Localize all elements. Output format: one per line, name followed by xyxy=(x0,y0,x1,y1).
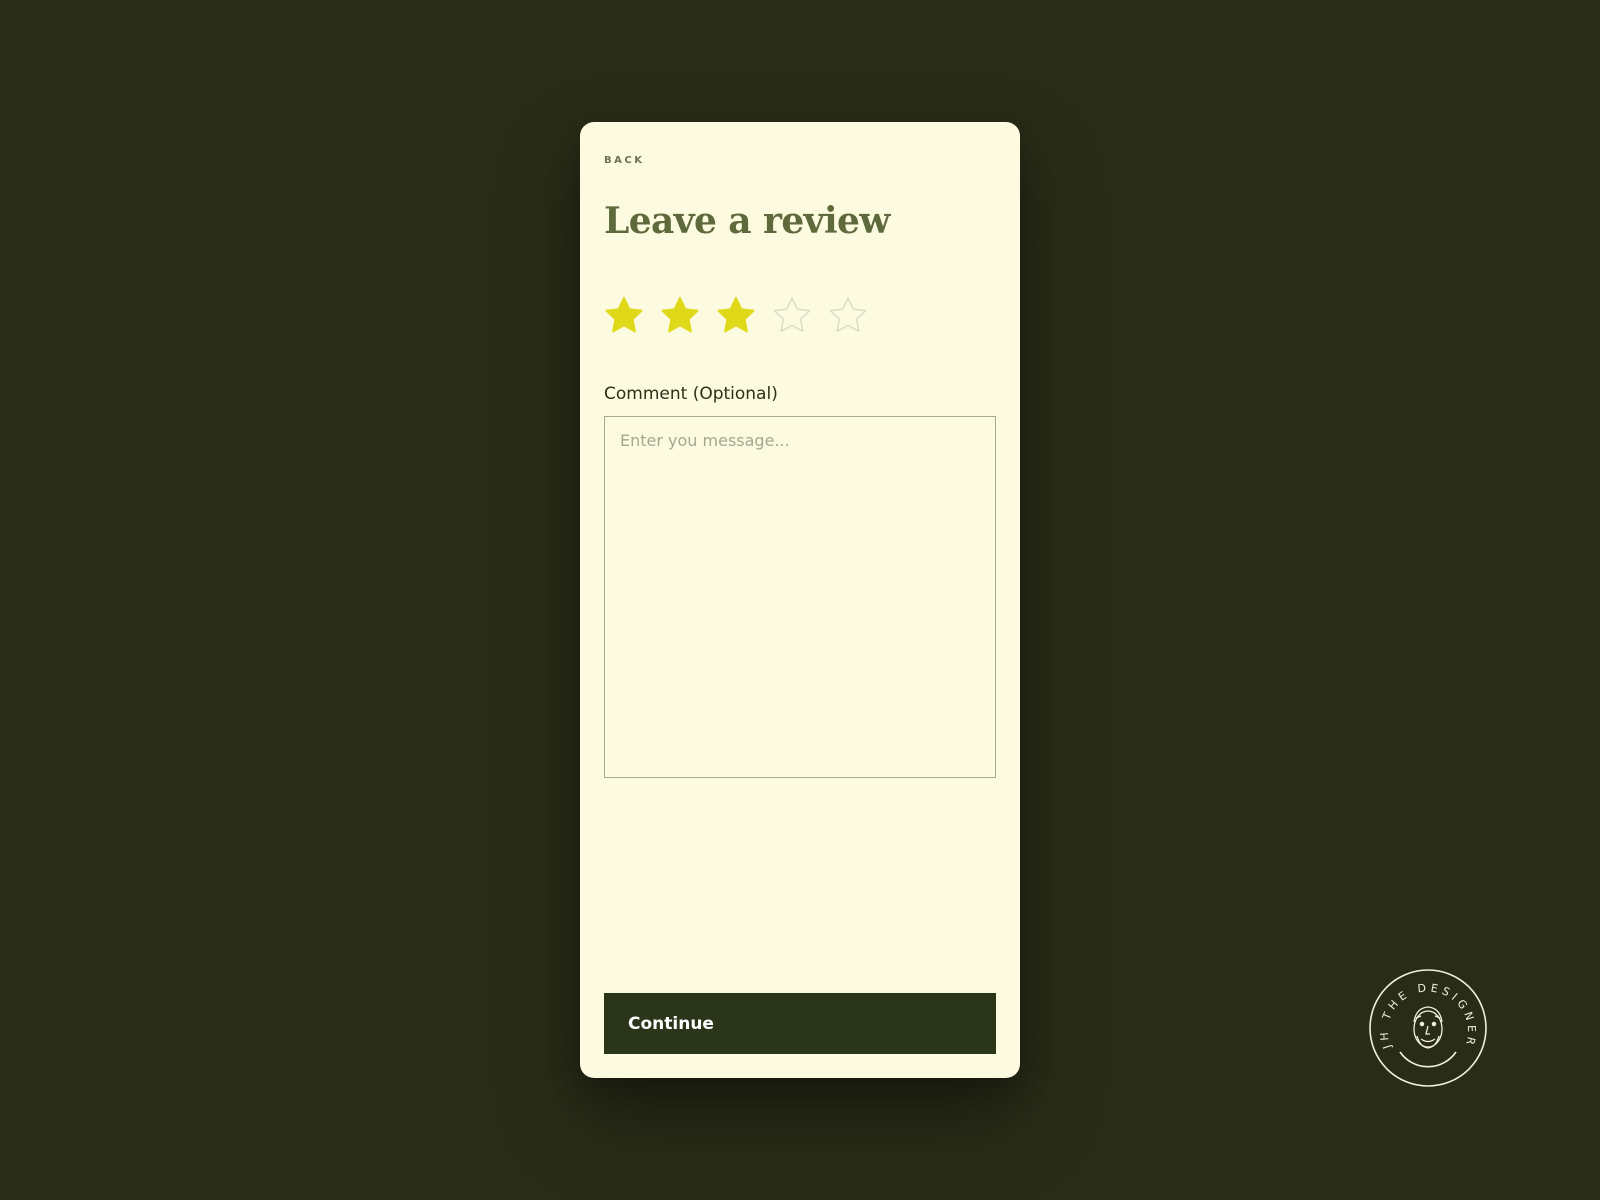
star-rating xyxy=(604,296,868,336)
comment-textarea[interactable] xyxy=(604,416,996,778)
star-icon-5[interactable] xyxy=(828,296,868,336)
comment-label: Comment (Optional) xyxy=(604,384,778,404)
review-card: BACK Leave a review Comment (Optional) C… xyxy=(580,122,1020,1078)
continue-button[interactable]: Continue xyxy=(604,993,996,1054)
page-title: Leave a review xyxy=(604,200,890,242)
designer-logo-badge: JH THE DESIGNER xyxy=(1369,969,1487,1087)
star-icon-3[interactable] xyxy=(716,296,756,336)
star-icon-4[interactable] xyxy=(772,296,812,336)
back-link[interactable]: BACK xyxy=(604,155,644,166)
svg-text:JH THE DESIGNER: JH THE DESIGNER xyxy=(1378,981,1478,1051)
star-icon-2[interactable] xyxy=(660,296,700,336)
star-icon-1[interactable] xyxy=(604,296,644,336)
